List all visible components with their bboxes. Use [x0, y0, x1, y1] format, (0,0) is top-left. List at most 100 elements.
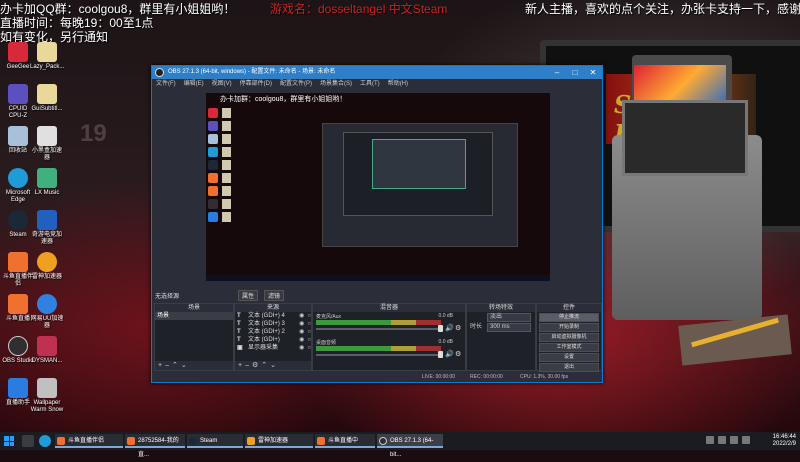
volume-meter	[316, 346, 441, 351]
source-label: 文本 (GDI+) 3	[248, 321, 285, 327]
taskbar-item[interactable]: 斗鱼直播伴侣	[55, 434, 123, 448]
preview-nested-obs	[322, 123, 518, 247]
preview-taskbar	[206, 275, 550, 281]
menu-tools[interactable]: 工具(T)	[360, 79, 380, 89]
remove-icon[interactable]: –	[245, 362, 252, 369]
network-icon[interactable]	[730, 436, 738, 444]
source-item[interactable]: T 文本 (GDI+) 4 ◉ ○	[235, 312, 311, 320]
down-icon[interactable]: ⌄	[270, 362, 279, 369]
menu-edit[interactable]: 编辑(E)	[184, 79, 204, 89]
desktop-icon[interactable]: 奇游电竞加速器	[30, 210, 64, 246]
up-icon[interactable]: ⌃	[172, 362, 181, 369]
maximize-icon[interactable]: □	[566, 66, 584, 79]
taskbar-item[interactable]: 斗鱼直播中	[315, 434, 375, 448]
gear-icon[interactable]: ⚙	[455, 324, 461, 332]
menu-docks[interactable]: 停靠部件(D)	[240, 79, 272, 89]
desktop-icon[interactable]: DYSMAN...	[30, 336, 64, 365]
visibility-icon[interactable]: ◉	[299, 312, 304, 320]
file-icon	[37, 42, 57, 62]
lock-icon[interactable]: ○	[307, 312, 311, 320]
menu-scene-collection[interactable]: 场景集合(S)	[320, 79, 352, 89]
cpu-icon	[8, 84, 28, 104]
text-source-icon: T	[237, 329, 241, 335]
settings-button[interactable]: 设置	[539, 353, 599, 362]
up-icon[interactable]: ⌃	[261, 362, 270, 369]
desktop-icon[interactable]: Wallpaper Warm Snow	[30, 378, 64, 414]
volume-icon[interactable]	[742, 436, 750, 444]
tray-app-icon[interactable]	[706, 436, 714, 444]
system-clock[interactable]: 16:46:44 2022/2/9	[773, 434, 796, 448]
controls-header: 控件	[537, 304, 601, 312]
preview-overlay-text: 办卡加群：coolgou8，群里有小姐姐哟！	[220, 96, 347, 103]
lock-icon[interactable]: ○	[307, 336, 311, 344]
remove-icon[interactable]: –	[165, 362, 172, 369]
close-icon[interactable]: ✕	[584, 66, 602, 79]
start-windows-icon[interactable]	[4, 436, 14, 446]
start-virtual-camera-button[interactable]: 启动虚拟摄像机	[539, 333, 599, 342]
source-item[interactable]: T 文本 (GDI+) 3 ◉ ○	[235, 320, 311, 328]
obs-statusbar: LIVE: 00:00:00 REC: 00:00:00 CPU: 1.3%, …	[152, 372, 602, 382]
transitions-header: 转场特效	[467, 304, 535, 312]
filters-button[interactable]: 滤镜	[264, 290, 285, 301]
taskbar-item[interactable]: 28752584-我的直...	[125, 434, 185, 458]
taskbar-item-obs[interactable]: OBS 27.1.3 (64-bit...	[377, 434, 443, 458]
scene-item[interactable]: 场景	[155, 312, 233, 320]
studio-mode-button[interactable]: 工作室模式	[539, 343, 599, 352]
menu-file[interactable]: 文件(F)	[156, 79, 176, 89]
menu-profile[interactable]: 配置文件(P)	[280, 79, 312, 89]
clock-date: 2022/2/9	[772, 441, 796, 447]
cpu-status: CPU: 1.3%, 30.00 fps	[520, 374, 569, 380]
tray-app-icon[interactable]	[718, 436, 726, 444]
search-icon[interactable]	[22, 435, 34, 447]
menu-help[interactable]: 帮助(H)	[388, 79, 408, 89]
channel-name: 桌面音频	[316, 340, 337, 346]
desktop-icon[interactable]: 网易UU加速器	[30, 294, 64, 330]
desktop-icon[interactable]: 小黑盒加速器	[30, 126, 64, 162]
lock-icon[interactable]: ○	[307, 320, 311, 328]
volume-slider[interactable]	[316, 328, 441, 330]
source-item[interactable]: ▣ 显示器采集 ◉ ○	[235, 344, 311, 352]
volume-meter	[316, 320, 441, 325]
obs-preview[interactable]: 办卡加群：coolgou8，群里有小姐姐哟！	[206, 93, 550, 281]
transition-select[interactable]: 淡出	[487, 313, 531, 322]
minimize-icon[interactable]: –	[548, 66, 566, 79]
source-label: 文本 (GDI+) 4	[248, 313, 285, 319]
gear-icon[interactable]: ⚙	[252, 362, 261, 369]
desktop-icon[interactable]: GuiSubtitl...	[30, 84, 64, 113]
start-recording-button[interactable]: 开始录制	[539, 323, 599, 332]
volume-slider[interactable]	[316, 354, 441, 356]
visibility-icon[interactable]: ◉	[299, 344, 304, 352]
visibility-icon[interactable]: ◉	[299, 328, 304, 336]
properties-button[interactable]: 属性	[238, 290, 259, 301]
desktop-icon[interactable]: Lazy_Pack...	[30, 42, 64, 71]
source-item[interactable]: T 文本 (GDI+) ◉ ○	[235, 336, 311, 344]
down-icon[interactable]: ⌄	[181, 362, 190, 369]
desktop-icon[interactable]: 雷神加速器	[30, 252, 64, 281]
lock-icon[interactable]: ○	[307, 328, 311, 336]
duration-input[interactable]: 300 ms	[487, 323, 531, 332]
monitor-source-icon: ▣	[237, 345, 243, 351]
desktop-icon[interactable]: LX Music	[30, 168, 64, 197]
obs-titlebar[interactable]: OBS 27.1.3 (64-bit, windows) - 配置文件: 未命名…	[152, 66, 602, 79]
taskbar-item[interactable]: Steam	[187, 434, 243, 448]
source-label: 显示器采集	[248, 345, 279, 351]
sources-footer: +–⚙⌃⌄	[235, 361, 311, 370]
speaker-icon[interactable]: 🔊	[445, 324, 454, 332]
live-status: LIVE: 00:00:00	[422, 374, 456, 380]
visibility-icon[interactable]: ◉	[299, 320, 304, 328]
menu-view[interactable]: 视图(V)	[212, 79, 232, 89]
channel-db: 0.0 dB	[438, 339, 453, 345]
stop-streaming-button[interactable]: 停止推流	[539, 313, 599, 322]
speaker-icon[interactable]: 🔊	[445, 350, 454, 358]
gear-icon[interactable]: ⚙	[455, 350, 461, 358]
obs-window[interactable]: OBS 27.1.3 (64-bit, windows) - 配置文件: 未命名…	[151, 65, 603, 383]
edge-icon[interactable]	[39, 435, 51, 447]
no-source-label: 无选择源	[155, 294, 180, 300]
source-item[interactable]: T 文本 (GDI+) 2 ◉ ○	[235, 328, 311, 336]
taskbar-item[interactable]: 雷神加速器	[245, 434, 313, 448]
visibility-icon[interactable]: ◉	[299, 336, 304, 344]
lock-icon[interactable]: ○	[307, 344, 311, 352]
exit-button[interactable]: 退出	[539, 363, 599, 372]
volume-slider-handle[interactable]	[438, 325, 443, 332]
volume-slider-handle[interactable]	[438, 351, 443, 358]
